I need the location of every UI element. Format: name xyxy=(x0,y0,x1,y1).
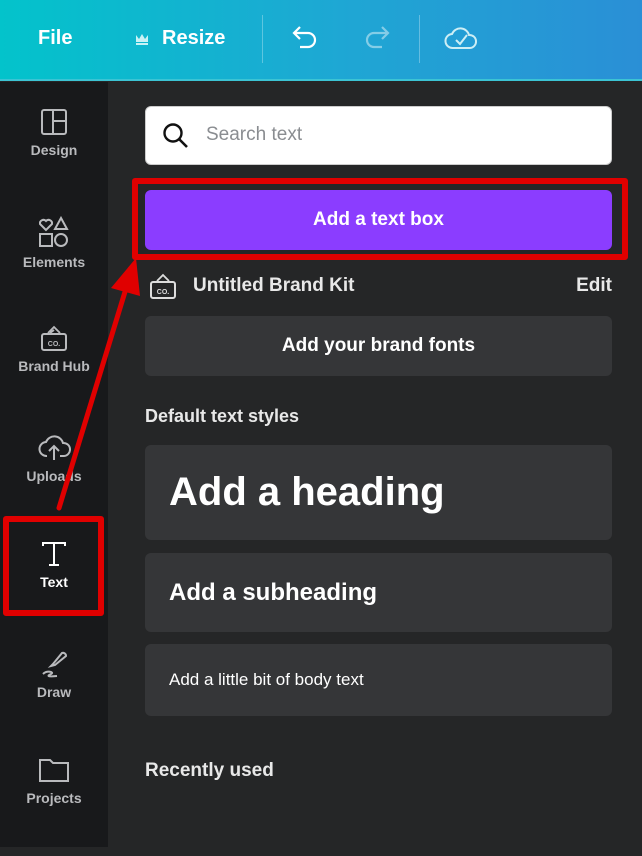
annotation-arrow-icon xyxy=(56,258,140,511)
